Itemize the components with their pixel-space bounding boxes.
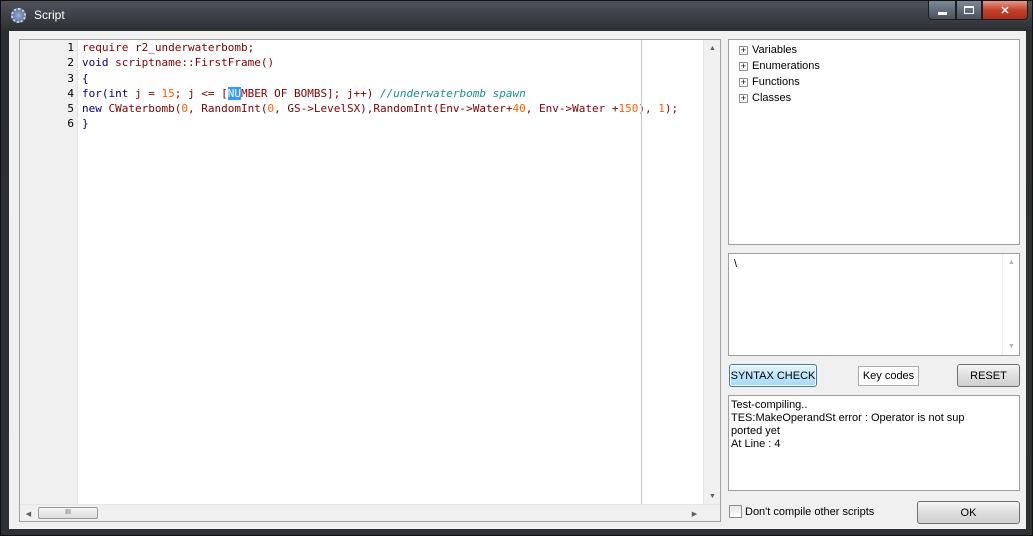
code-token: void [82,56,116,70]
output-line: ported yet [731,425,780,437]
maximize-button[interactable] [956,1,982,20]
dont-compile-option[interactable]: Don't compile other scripts [729,505,874,518]
code-line[interactable]: for(int j = 15; j <= [NUMBER OF BOMBS]; … [79,86,703,101]
line-number: 6 [67,117,74,131]
title-bar[interactable]: Script ✕ [1,1,1033,31]
code-token: , Env->Water + [525,102,619,116]
description-scrollbar[interactable]: ▲ ▼ [1002,254,1019,355]
dont-compile-checkbox[interactable] [729,505,742,518]
code-token: 0 [181,102,188,116]
editor-vertical-scrollbar[interactable]: ▲ ▼ [703,40,720,505]
close-button[interactable]: ✕ [982,1,1028,20]
code-token: new [82,102,102,116]
description-box[interactable]: \ ▲ ▼ [728,253,1020,356]
code-token: require r2_underwaterbomb; [82,41,255,54]
code-token: ); [664,102,679,116]
tree-item-label: Enumerations [752,60,820,72]
tree-item-label: Classes [752,92,792,104]
scroll-right-arrow-icon[interactable]: ▶ [686,505,703,522]
code-text-area[interactable]: require r2_underwaterbomb; void scriptnam… [79,40,703,505]
code-token: NU [227,86,241,100]
tree-item-enumerations[interactable]: + Enumerations [729,58,1019,74]
code-lines: require r2_underwaterbomb; void scriptnam… [79,40,703,132]
syntax-check-button[interactable]: SYNTAX CHECK [729,364,817,387]
line-number-gutter: 1 234 56 [20,40,78,505]
expand-plus-icon[interactable]: + [739,77,748,87]
description-text: \ [734,258,738,270]
close-icon: ✕ [1000,4,1010,17]
horizontal-scroll-thumb[interactable]: III [38,507,98,519]
code-token: MBER OF BOMBS]; j++) [240,86,381,100]
code-token: 1 [658,102,665,116]
line-number: 3 [67,71,74,85]
code-token: ; j <= [ [174,86,228,100]
desc-scroll-down-icon[interactable]: ▼ [1003,338,1020,355]
dont-compile-label: Don't compile other scripts [745,505,875,518]
output-line: TES:MakeOperandSt error : Operator is no… [731,412,965,424]
code-line[interactable]: } [79,116,703,131]
output-line: Test-compiling.. [731,399,808,411]
edge-column-line [641,40,642,505]
code-token: j = [128,86,162,100]
desc-scroll-up-icon[interactable]: ▲ [1003,254,1020,271]
code-token: //underwaterbomb spawn [380,86,526,100]
code-token: , RandomInt( [187,102,268,116]
window-title: Script [34,8,65,22]
code-token: for(int [82,86,129,100]
expand-plus-icon[interactable]: + [739,45,748,55]
editor-horizontal-scrollbar[interactable]: ◀ III ▶ [20,504,720,521]
scroll-down-arrow-icon[interactable]: ▼ [704,488,721,505]
code-token: { [82,71,89,85]
code-line[interactable]: void scriptname::FirstFrame() [79,55,703,70]
code-token: , GS->LevelSX),RandomInt(Env->Water+ [274,102,513,116]
code-line[interactable]: { [79,71,703,86]
code-token: CWaterbomb( [101,102,182,116]
scroll-left-arrow-icon[interactable]: ◀ [20,505,37,522]
ok-button[interactable]: OK [917,501,1020,524]
tree-item-label: Variables [752,44,798,56]
code-token: scriptname::FirstFrame() [115,56,275,70]
tree-item-classes[interactable]: + Classes [729,90,1019,106]
script-window: Script ✕ 1 234 56 require r2_underwaterbom… [0,0,1033,536]
compile-output[interactable]: Test-compiling.. TES:MakeOperandSt error … [728,395,1020,491]
line-number: 5 [67,102,74,116]
caption-buttons: ✕ [928,1,1028,21]
code-line[interactable]: require r2_underwaterbomb; [79,40,703,55]
app-gear-icon [11,8,26,23]
reset-button[interactable]: RESET [957,364,1020,387]
line-number: 1 [67,41,74,54]
line-number: 2 [67,56,74,70]
code-token: 15 [161,86,175,100]
tree-item-functions[interactable]: + Functions [729,74,1019,90]
expand-plus-icon[interactable]: + [739,93,748,103]
code-editor[interactable]: 123456 require r2_underwaterbomb; void sc… [19,39,721,522]
tree-item-variables[interactable]: + Variables [729,42,1019,58]
minimize-button[interactable] [928,1,956,20]
scroll-up-arrow-icon[interactable]: ▲ [704,40,721,57]
symbol-tree[interactable]: + Variables + Enumerations + Functions + Classe… [728,39,1020,245]
code-line[interactable]: new CWaterbomb(0, RandomInt(0, GS->Level… [79,101,703,116]
code-token: 150 [618,102,639,116]
minimize-icon [937,11,947,15]
key-codes-field[interactable]: Key codes [858,366,919,386]
maximize-icon [964,6,974,14]
code-token: 40 [512,102,526,116]
tree-item-label: Functions [752,76,800,88]
line-number: 4 [67,86,74,100]
expand-plus-icon[interactable]: + [739,61,748,71]
output-line: At Line : 4 [731,438,781,450]
client-area: 123456 require r2_underwaterbomb; void sc… [9,31,1026,529]
code-token: } [82,117,89,131]
